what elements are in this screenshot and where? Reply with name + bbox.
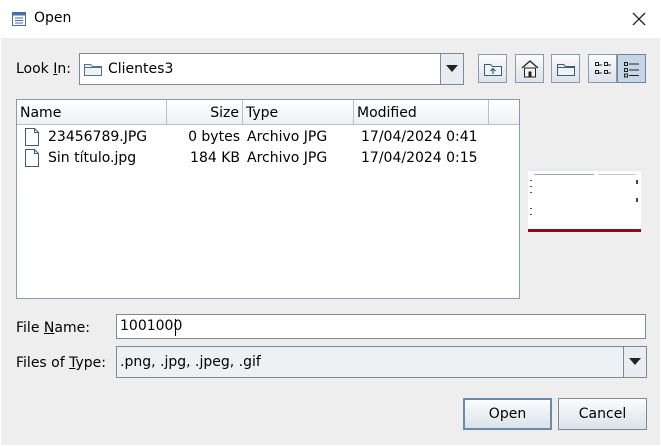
file-type-cell: Archivo JPG <box>247 129 328 145</box>
column-header-filler <box>489 100 519 125</box>
chevron-down-icon <box>629 358 641 365</box>
up-one-level-button[interactable] <box>478 54 507 83</box>
look-in-value: Clientes3 <box>108 61 174 77</box>
text-cursor <box>175 319 176 336</box>
files-of-type-combo[interactable]: .png, .jpg, .jpeg, .gif <box>116 346 647 378</box>
files-of-type-label: Files of Type: <box>16 355 107 371</box>
file-type-cell: Archivo JPG <box>247 150 328 166</box>
column-header-type[interactable]: Type <box>243 100 354 125</box>
folder-icon <box>83 61 103 81</box>
look-in-combo[interactable]: Clientes3 <box>79 53 464 85</box>
home-icon <box>521 59 538 77</box>
cancel-button[interactable]: Cancel <box>558 398 647 430</box>
file-name-label: File Name: <box>16 320 90 336</box>
details-view-icon <box>623 61 639 77</box>
column-header-modified[interactable]: Modified <box>354 100 489 125</box>
look-in-label: Look In: <box>16 61 71 77</box>
files-of-type-dropdown-button[interactable] <box>623 347 646 377</box>
open-button[interactable]: Open <box>463 398 552 430</box>
list-view-button[interactable] <box>588 54 617 83</box>
file-modified-cell: 17/04/2024 0:41 <box>361 129 478 145</box>
file-name-cell: Sin título.jpg <box>48 150 137 166</box>
file-name-cell: 23456789.JPG <box>48 129 148 145</box>
title-bar: Open <box>0 0 661 38</box>
new-folder-button[interactable] <box>551 54 580 83</box>
file-list[interactable]: Name Size Type Modified 23456789.JPG 0 b… <box>16 99 520 299</box>
details-view-button[interactable] <box>617 54 646 83</box>
list-view-icon <box>594 61 611 74</box>
home-button[interactable] <box>515 54 544 83</box>
table-row[interactable]: 23456789.JPG 0 bytes Archivo JPG 17/04/2… <box>17 127 519 147</box>
file-size-cell: 0 bytes <box>188 129 240 145</box>
file-icon <box>25 128 39 150</box>
up-one-level-icon <box>483 63 502 76</box>
file-modified-cell: 17/04/2024 0:15 <box>361 150 478 166</box>
column-header-size[interactable]: Size <box>167 100 243 125</box>
window-title: Open <box>34 10 72 26</box>
file-size-cell: 184 KB <box>190 150 240 166</box>
column-header-name[interactable]: Name <box>17 100 167 125</box>
app-window-icon <box>11 11 27 27</box>
close-icon <box>632 12 646 26</box>
table-row[interactable]: Sin título.jpg 184 KB Archivo JPG 17/04/… <box>17 148 519 168</box>
chevron-down-icon <box>446 65 458 72</box>
file-name-value: 1001000 <box>120 318 183 334</box>
file-name-input[interactable]: 1001000 <box>116 314 646 339</box>
image-preview <box>528 168 641 232</box>
new-folder-icon <box>556 63 575 76</box>
files-of-type-value: .png, .jpg, .jpeg, .gif <box>120 354 261 370</box>
look-in-dropdown-button[interactable] <box>440 54 463 84</box>
file-icon <box>25 149 39 171</box>
close-button[interactable] <box>620 4 658 34</box>
